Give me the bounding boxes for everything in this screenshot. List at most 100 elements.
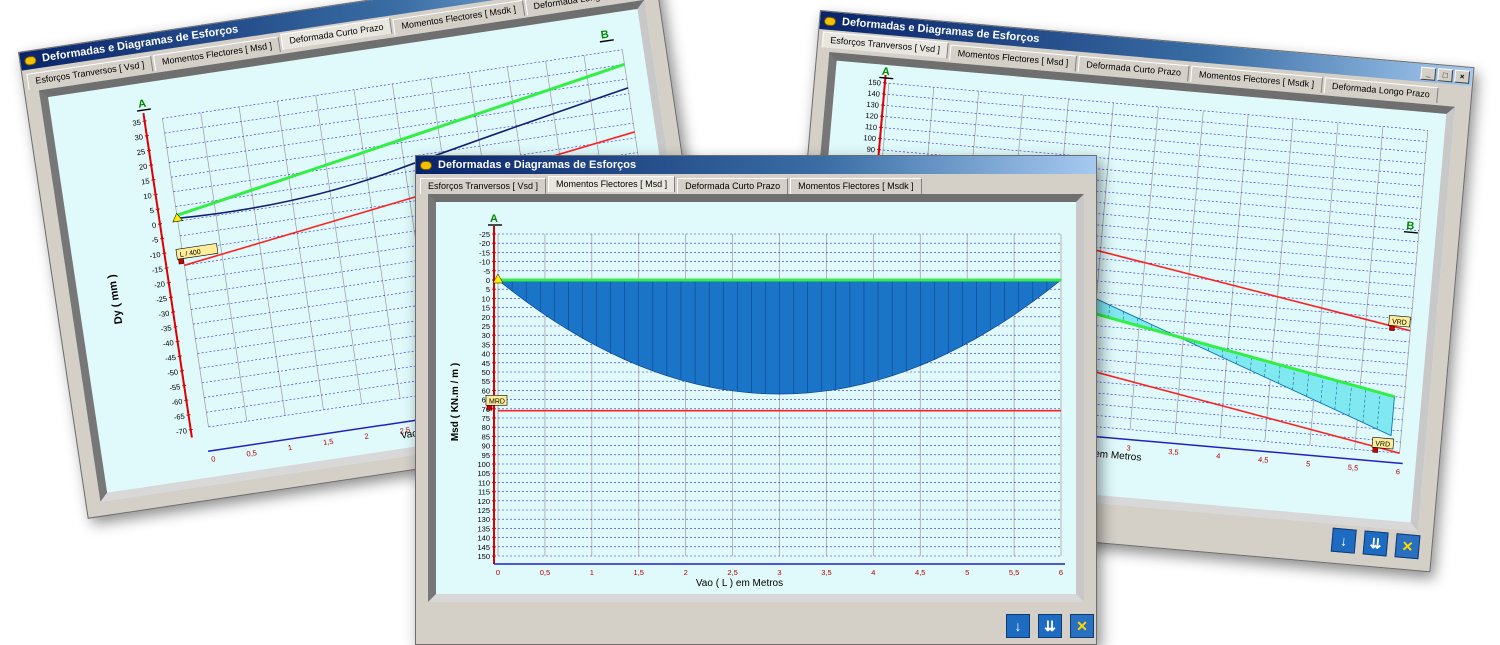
y-tick-label: -5 [151,235,159,245]
y-tick-label: 150 [477,552,490,561]
double-down-arrow-button[interactable]: ⇊ [1362,530,1389,557]
y-tick-label: -55 [169,382,181,393]
y-tick-label: 110 [478,478,490,487]
close-x-button[interactable]: ✕ [1394,533,1421,560]
grid-hline [162,49,623,119]
close-window-button[interactable]: × [1454,69,1471,84]
double-down-arrow-button[interactable]: ⇊ [1038,614,1062,638]
x-tick-label: 1,5 [634,568,644,577]
y-axis-title: Msd ( KN.m / m ) [450,363,461,441]
app-icon [420,160,432,170]
y-tick [184,399,189,402]
y-tick [160,237,165,240]
support-label: A [490,213,498,225]
y-tick-label: -15 [479,248,490,257]
y-tick [179,370,184,372]
limit-marker [486,405,493,411]
x-tick-label: 5,5 [1347,463,1358,473]
y-tick-label: 15 [482,304,490,313]
y-tick [171,311,176,313]
y-tick [142,120,147,122]
y-tick-label: 20 [138,162,148,172]
y-tick-label: -10 [149,250,161,261]
y-tick-label: 0 [151,221,156,231]
y-tick-label: 25 [136,147,146,157]
x-tick-label: 0,5 [246,448,258,458]
y-tick-label: 10 [482,294,490,303]
x-axis-title: Vao ( L ) em Metros [696,578,783,589]
y-tick-label: 90 [866,145,875,155]
down-arrow-button[interactable]: ↓ [1006,614,1030,638]
y-tick [162,252,167,255]
grid-hline [166,78,627,149]
y-tick-label: 145 [477,543,490,552]
limit-label: L / 400 [179,249,201,259]
x-tick-label: 1 [590,568,594,577]
tab-vsd[interactable]: Esforços Tranversos [ Vsd ] [420,178,547,194]
tab-bar: Esforços Tranversos [ Vsd ] Momentos Fle… [416,174,1096,194]
y-tick-label: 150 [868,78,881,88]
y-tick-label: 35 [132,118,142,128]
moment-chart: -25-20-15-10-505101520253035404550556065… [450,213,1065,589]
y-tick [168,296,174,299]
x-tick-label: 0 [211,454,216,464]
window-momentos-flectores: Deformadas e Diagramas de Esforços Esfor… [415,155,1097,645]
x-tick-label: 5 [965,568,969,577]
x-tick-label: 3,5 [821,568,831,577]
x-tick-label: 0 [496,568,500,577]
x-tick-label: 4 [871,568,875,577]
close-x-button[interactable]: ✕ [1070,614,1094,638]
support-label: B [1406,220,1415,233]
tab-deformada-curto[interactable]: Deformada Curto Prazo [677,178,789,194]
chart-frame: -25-20-15-10-505101520253035404550556065… [428,194,1084,602]
y-tick-label: 115 [478,488,490,497]
support-bar [1403,231,1418,234]
support-label: A [137,98,147,111]
y-tick-label: 80 [482,423,490,432]
y-tick-label: 0 [486,276,490,285]
x-tick-label: 4 [1216,451,1221,460]
support-bar [879,76,894,80]
y-tick-label: -5 [483,267,490,276]
y-tick-label: -15 [151,265,163,276]
y-tick [151,179,156,181]
y-tick-label: 120 [865,111,878,121]
y-tick [182,384,187,387]
y-tick-label: 45 [482,359,490,368]
minimize-button[interactable]: _ [1420,66,1437,81]
grid-vline [200,112,248,422]
y-tick-label: 25 [482,322,490,331]
support-label: A [881,66,890,79]
x-tick-label: 4,5 [915,568,925,577]
y-tick-label: -40 [162,338,174,349]
y-tick-label: 55 [482,377,490,386]
y-tick-label: 130 [477,515,490,524]
y-tick [155,208,160,211]
y-tick-label: 10 [143,191,153,201]
action-buttons: ↓ ⇊ ✕ [1006,614,1094,638]
y-tick-label: 85 [482,432,490,441]
grid-vline [1219,114,1249,438]
y-tick-label: 120 [477,497,490,506]
x-tick-label: 5 [1306,459,1311,468]
grid-vline [1264,118,1294,442]
tab-msd[interactable]: Momentos Flectores [ Msd ] [548,176,676,192]
y-tick-label: 105 [477,469,490,478]
maximize-button[interactable]: □ [1437,67,1454,82]
y-tick-label: 5 [149,206,154,216]
y-tick-label: 15 [141,176,151,186]
y-tick-label: 40 [482,350,490,359]
y-tick-label: -25 [156,294,168,305]
y-tick [157,223,163,225]
limit-label: MRD [489,398,505,405]
limit-marker [1389,325,1395,332]
x-tick-label: 1,5 [322,437,334,447]
window-title: Deformadas e Diagramas de Esforços [438,159,637,171]
y-tick-label: 110 [865,122,878,132]
y-tick-label: 140 [477,534,490,543]
down-arrow-button[interactable]: ↓ [1330,527,1357,554]
y-tick [144,134,149,137]
grid-vline [162,118,209,428]
y-axis-line [142,112,193,438]
tab-msdk[interactable]: Momentos Flectores [ Msdk ] [790,178,922,194]
